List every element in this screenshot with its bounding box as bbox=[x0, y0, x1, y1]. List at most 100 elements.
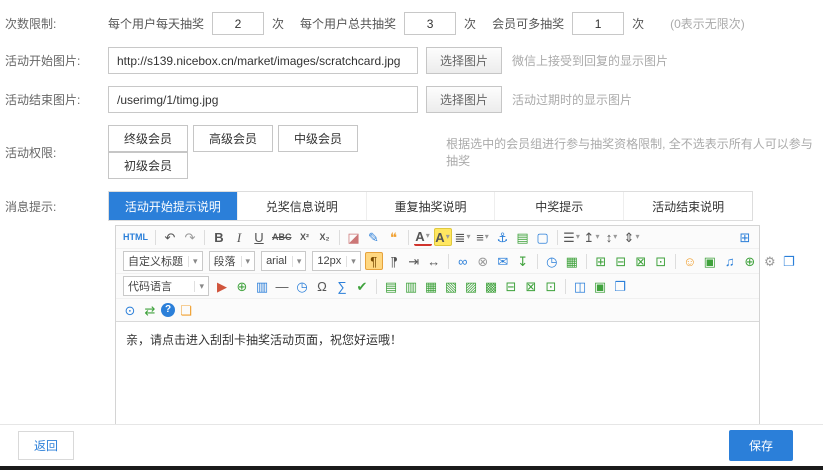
table-delete-col-icon[interactable]: ▧ bbox=[442, 277, 460, 295]
back-button[interactable]: 返回 bbox=[18, 431, 74, 460]
font-family-select[interactable]: arial▾ bbox=[261, 251, 306, 271]
word-image-icon[interactable]: ▢ bbox=[534, 228, 552, 246]
mail-icon[interactable]: ✉ bbox=[494, 252, 512, 270]
font-color-icon[interactable]: A bbox=[414, 228, 432, 246]
paragraph-spacing-icon[interactable]: ⇕ bbox=[623, 228, 641, 246]
unlink-icon[interactable]: ⊗ bbox=[474, 252, 492, 270]
message-tab-5[interactable]: 活动结束说明 bbox=[624, 192, 752, 220]
total-label: 每个用户总共抽奖 bbox=[300, 15, 396, 32]
print-preview-icon[interactable]: ◫ bbox=[571, 277, 589, 295]
member-option-2[interactable]: 高级会员 bbox=[193, 125, 273, 152]
code-language-select[interactable]: 代码语言▾ bbox=[123, 276, 209, 296]
music-icon[interactable]: ♫ bbox=[721, 252, 739, 270]
insert-video-icon[interactable]: ▶ bbox=[213, 277, 231, 295]
html-source-button[interactable]: HTML bbox=[121, 228, 150, 246]
format-brush-icon[interactable]: ✎ bbox=[365, 228, 383, 246]
ltr-paragraph-icon[interactable]: ¶ bbox=[365, 252, 383, 270]
blockquote-icon[interactable]: ❝ bbox=[385, 228, 403, 246]
table-insert-col-icon[interactable]: ▥ bbox=[402, 277, 420, 295]
message-tab-4[interactable]: 中奖提示 bbox=[495, 192, 624, 220]
image-icon[interactable]: ▣ bbox=[701, 252, 719, 270]
table-insert-row-icon[interactable]: ▤ bbox=[382, 277, 400, 295]
gear-icon[interactable]: ⚙ bbox=[761, 252, 779, 270]
printer-icon[interactable]: ❐ bbox=[611, 277, 629, 295]
limit-hint: (0表示无限次) bbox=[670, 15, 745, 32]
footer-bar: 返回 保存 bbox=[0, 424, 823, 466]
bg-color-icon[interactable]: A bbox=[434, 228, 452, 246]
table-merge-right-icon[interactable]: ▨ bbox=[462, 277, 480, 295]
permission-label: 活动权限: bbox=[5, 144, 108, 161]
spellcheck-icon[interactable]: ✔ bbox=[353, 277, 371, 295]
print-icon[interactable]: ❐ bbox=[780, 252, 798, 270]
merge-cells-icon[interactable]: ⊠ bbox=[632, 252, 650, 270]
horizontal-rule-icon[interactable]: — bbox=[273, 277, 291, 295]
date-time-icon[interactable]: ◷ bbox=[293, 277, 311, 295]
rich-text-editor: HTML↶↷BIUABCX²X₂◪✎❝AA≣≡⚓▤▢☰↥↕⇕⊞ 自定义标题▾段落… bbox=[115, 225, 760, 453]
start-image-choose-button[interactable]: 选择图片 bbox=[426, 47, 502, 74]
italic-icon[interactable]: I bbox=[230, 228, 248, 246]
per-day-input[interactable] bbox=[212, 12, 264, 35]
limit-row: 次数限制: 每个用户每天抽奖 次 每个用户总共抽奖 次 会员可多抽奖 次 (0表… bbox=[5, 12, 823, 35]
member-option-1[interactable]: 终级会员 bbox=[108, 125, 188, 152]
insert-map-icon[interactable]: ⊕ bbox=[233, 277, 251, 295]
table-delete-row-icon[interactable]: ▦ bbox=[422, 277, 440, 295]
find-replace-icon[interactable]: ⇄ bbox=[141, 301, 159, 319]
align-top-icon[interactable]: ↥ bbox=[583, 228, 601, 246]
map-icon[interactable]: ⊕ bbox=[741, 252, 759, 270]
save-button[interactable]: 保存 bbox=[729, 430, 793, 461]
undo-icon[interactable]: ↶ bbox=[161, 228, 179, 246]
help-icon[interactable]: ? bbox=[161, 303, 175, 317]
bold-icon[interactable]: B bbox=[210, 228, 228, 246]
download-icon[interactable]: ↧ bbox=[514, 252, 532, 270]
document-icon[interactable]: ▣ bbox=[591, 277, 609, 295]
underline-icon[interactable]: U bbox=[250, 228, 268, 246]
strikethrough-icon[interactable]: ABC bbox=[270, 228, 294, 246]
split-cells-icon[interactable]: ⊡ bbox=[652, 252, 670, 270]
end-image-choose-button[interactable]: 选择图片 bbox=[426, 86, 502, 113]
rtl-paragraph-icon[interactable]: ¶ bbox=[385, 252, 403, 270]
message-tab-3[interactable]: 重复抽奖说明 bbox=[367, 192, 496, 220]
total-input[interactable] bbox=[404, 12, 456, 35]
paragraph-select-value: 段落 bbox=[214, 253, 236, 269]
eraser-icon[interactable]: ◪ bbox=[345, 228, 363, 246]
line-height-icon[interactable]: ↕ bbox=[603, 228, 621, 246]
page-break-icon[interactable]: ▤ bbox=[514, 228, 532, 246]
message-tab-1[interactable]: 活动开始提示说明 bbox=[109, 192, 238, 220]
emoji-icon[interactable]: ☺ bbox=[681, 252, 699, 270]
toolbar-separator bbox=[204, 230, 205, 245]
search-icon[interactable]: ⊙ bbox=[121, 301, 139, 319]
table-split-col-icon[interactable]: ⊠ bbox=[522, 277, 540, 295]
chart-icon[interactable]: ▥ bbox=[253, 277, 271, 295]
table-merge-down-icon[interactable]: ▩ bbox=[482, 277, 500, 295]
link-icon[interactable]: ∞ bbox=[454, 252, 472, 270]
special-char-icon[interactable]: Ω bbox=[313, 277, 331, 295]
anchor-icon[interactable]: ⚓ bbox=[494, 228, 512, 246]
snapshot-icon[interactable]: ❏ bbox=[177, 301, 195, 319]
table-split-row-icon[interactable]: ⊟ bbox=[502, 277, 520, 295]
custom-title-select[interactable]: 自定义标题▾ bbox=[123, 251, 203, 271]
table-style-icon[interactable]: ⊡ bbox=[542, 277, 560, 295]
member-option-4[interactable]: 初级会员 bbox=[108, 152, 188, 179]
member-option-3[interactable]: 中级会员 bbox=[278, 125, 358, 152]
superscript-icon[interactable]: X² bbox=[296, 228, 314, 246]
calendar-icon[interactable]: ▦ bbox=[563, 252, 581, 270]
redo-icon[interactable]: ↷ bbox=[181, 228, 199, 246]
fullscreen-icon[interactable]: ⊞ bbox=[736, 228, 754, 246]
clock-icon[interactable]: ◷ bbox=[543, 252, 561, 270]
align-left-icon[interactable]: ☰ bbox=[563, 228, 581, 246]
insert-table-icon[interactable]: ⊞ bbox=[592, 252, 610, 270]
message-label: 消息提示: bbox=[5, 198, 108, 215]
end-image-input[interactable] bbox=[108, 86, 418, 113]
ordered-list-icon[interactable]: ≣ bbox=[454, 228, 472, 246]
subscript-icon[interactable]: X₂ bbox=[316, 228, 334, 246]
formula-icon[interactable]: ∑ bbox=[333, 277, 351, 295]
paragraph-select[interactable]: 段落▾ bbox=[209, 251, 256, 271]
extra-input[interactable] bbox=[572, 12, 624, 35]
start-image-input[interactable] bbox=[108, 47, 418, 74]
indent-icon[interactable]: ⇥ bbox=[405, 252, 423, 270]
delete-table-icon[interactable]: ⊟ bbox=[612, 252, 630, 270]
message-tab-2[interactable]: 兑奖信息说明 bbox=[238, 192, 367, 220]
font-size-select[interactable]: 12px▾ bbox=[312, 251, 360, 271]
unordered-list-icon[interactable]: ≡ bbox=[474, 228, 492, 246]
letter-spacing-icon[interactable]: ↔ bbox=[425, 252, 443, 270]
